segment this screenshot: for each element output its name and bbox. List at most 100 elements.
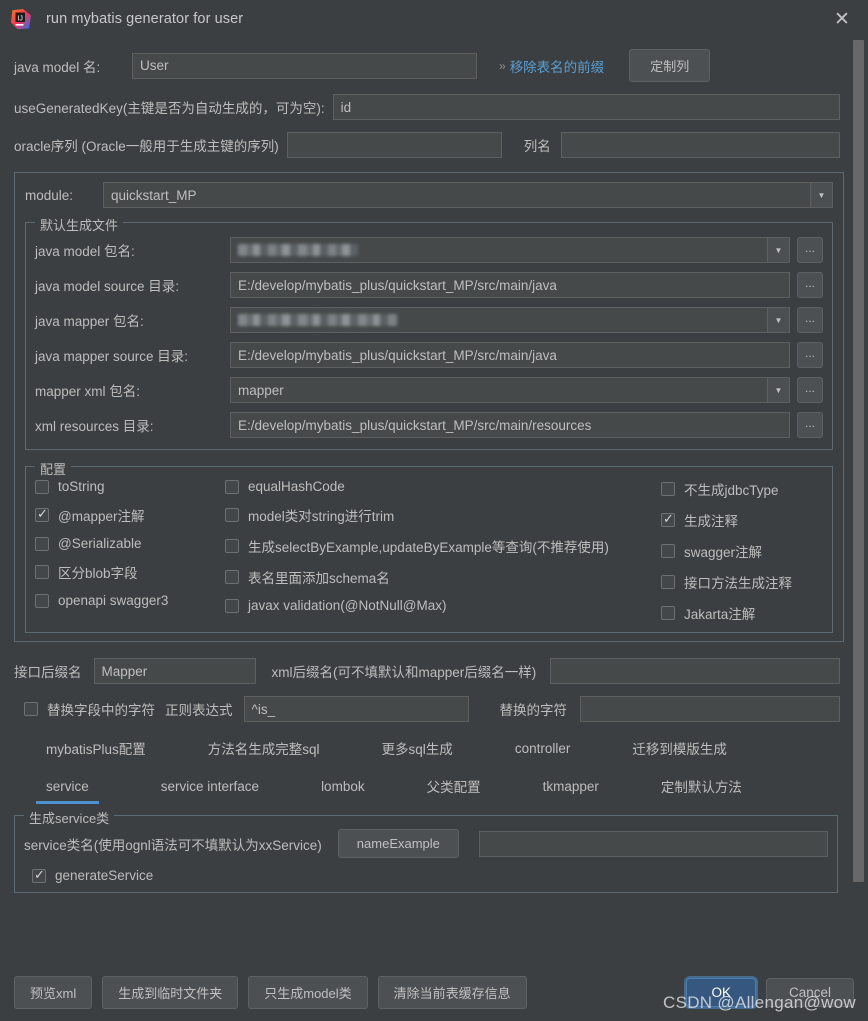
name-example-button[interactable]: nameExample (337, 829, 459, 858)
checkbox-box[interactable] (35, 506, 49, 522)
checkbox-distinguish-blob[interactable]: 区分blob字段 (35, 562, 225, 582)
checkbox-jakarta-annotation[interactable]: Jakarta注解 (661, 603, 823, 623)
checkbox-no-jdbctype[interactable]: 不生成jdbcType (661, 479, 823, 499)
cancel-button[interactable]: Cancel (765, 977, 854, 1007)
checkbox-box[interactable] (661, 575, 675, 589)
module-select[interactable]: quickstart_MP ▼ (103, 182, 833, 208)
java-model-package-select[interactable]: ▼ (230, 237, 790, 263)
checkbox-javax-validation[interactable]: javax validation(@NotNull@Max) (225, 598, 661, 613)
browse-button[interactable]: ... (797, 307, 823, 333)
checkbox-label: 替换字段中的字符 (47, 703, 155, 718)
checkbox-box[interactable] (35, 565, 49, 579)
checkbox-label: @Serializable (58, 536, 142, 551)
tab-row-2: service service interface lombok 父类配置 tk… (14, 769, 844, 804)
generate-to-temp-folder-button[interactable]: 生成到临时文件夹 (102, 975, 239, 1009)
vertical-scrollbar-track[interactable] (853, 38, 866, 963)
chevron-down-icon[interactable]: ▼ (767, 378, 789, 402)
chevron-down-icon[interactable]: ▼ (767, 308, 789, 332)
custom-column-button[interactable]: 定制列 (629, 49, 711, 82)
checkbox-label: 接口方法生成注释 (684, 576, 792, 591)
tab-mybatisplus-config[interactable]: mybatisPlus配置 (36, 731, 156, 765)
checkbox-replace-field-chars[interactable]: 替换字段中的字符 (24, 699, 155, 719)
column-name-input[interactable] (560, 132, 840, 158)
checkbox-equalhashcode[interactable]: equalHashCode (225, 479, 661, 494)
tab-method-full-sql[interactable]: 方法名生成完整sql (198, 731, 330, 765)
java-mapper-package-label: java mapper 包名: (35, 314, 144, 329)
checkbox-box[interactable] (661, 606, 675, 620)
checkbox-tostring[interactable]: toString (35, 479, 225, 494)
oracle-sequence-row: oracle序列 (Oracle一般用于生成主键的序列) 列名 (14, 132, 844, 158)
browse-button[interactable]: ... (797, 342, 823, 368)
checkbox-box[interactable] (225, 539, 239, 553)
checkbox-box[interactable] (35, 593, 49, 608)
tab-controller[interactable]: controller (505, 734, 581, 763)
checkbox-box[interactable] (35, 536, 49, 551)
remove-table-prefix-link[interactable]: 移除表名的前缀 (510, 56, 605, 76)
tab-lombok[interactable]: lombok (311, 772, 375, 801)
checkbox-add-schema[interactable]: 表名里面添加schema名 (225, 567, 661, 587)
ok-button[interactable]: OK (686, 977, 756, 1007)
intellij-idea-logo-icon: IJ (10, 8, 32, 30)
java-model-source-dir-input[interactable] (230, 272, 790, 298)
browse-button[interactable]: ... (797, 412, 823, 438)
browse-button[interactable]: ... (797, 237, 823, 263)
clear-table-cache-button[interactable]: 清除当前表缓存信息 (377, 975, 527, 1009)
tab-migrate-template[interactable]: 迁移到模版生成 (622, 731, 737, 765)
config-panel-title: 配置 (35, 459, 72, 478)
oracle-sequence-input[interactable] (286, 132, 502, 158)
checkbox-selectbyexample[interactable]: 生成selectByExample,updateByExample等查询(不推荐… (225, 536, 661, 556)
java-mapper-source-dir-input[interactable] (230, 342, 790, 368)
oracle-sequence-label: oracle序列 (Oracle一般用于生成主键的序列) (14, 139, 279, 154)
checkbox-openapi-swagger3[interactable]: openapi swagger3 (35, 593, 225, 608)
java-model-input[interactable] (132, 52, 477, 79)
checkbox-generate-comment[interactable]: 生成注释 (661, 510, 823, 530)
close-icon[interactable]: ✕ (830, 7, 854, 31)
module-row: module: quickstart_MP ▼ (25, 182, 833, 208)
checkbox-mapper-annotation[interactable]: @mapper注解 (35, 505, 225, 525)
tab-tkmapper[interactable]: tkmapper (533, 772, 609, 801)
service-class-name-input[interactable] (478, 830, 828, 857)
generate-model-only-button[interactable]: 只生成model类 (248, 975, 368, 1009)
chevron-down-icon[interactable]: ▼ (767, 238, 789, 262)
mapper-xml-package-select[interactable]: mapper ▼ (230, 377, 790, 403)
checkbox-interface-method-comment[interactable]: 接口方法生成注释 (661, 572, 823, 592)
tab-custom-default-methods[interactable]: 定制默认方法 (651, 769, 752, 803)
tab-service[interactable]: service (36, 772, 99, 804)
checkbox-box[interactable] (24, 702, 38, 716)
checkbox-box[interactable] (661, 511, 675, 527)
checkbox-generate-service[interactable]: generateService (32, 867, 828, 883)
checkbox-label: 表名里面添加schema名 (248, 571, 390, 586)
mapper-xml-package-value: mapper (238, 382, 284, 398)
browse-button[interactable]: ... (797, 377, 823, 403)
checkbox-box[interactable] (225, 508, 239, 522)
checkbox-serializable[interactable]: @Serializable (35, 536, 225, 551)
checkbox-model-trim[interactable]: model类对string进行trim (225, 505, 661, 525)
checkbox-box[interactable] (225, 598, 239, 613)
default-file-row: mapper xml 包名: mapper ▼ ... (35, 377, 823, 403)
checkbox-box[interactable] (32, 867, 46, 883)
preview-xml-button[interactable]: 预览xml (14, 975, 93, 1009)
regex-input[interactable] (243, 696, 469, 722)
vertical-scrollbar-thumb[interactable] (853, 40, 864, 882)
interface-suffix-input[interactable] (93, 658, 256, 684)
checkbox-label: equalHashCode (248, 479, 345, 494)
checkbox-box[interactable] (225, 479, 239, 494)
xml-suffix-input[interactable] (550, 658, 840, 684)
xml-resources-dir-input[interactable] (230, 412, 790, 438)
tab-more-sql[interactable]: 更多sql生成 (372, 731, 463, 765)
checkbox-box[interactable] (35, 479, 49, 494)
use-generated-key-input[interactable] (332, 94, 840, 120)
checkbox-box[interactable] (225, 570, 239, 584)
tab-parent-class-config[interactable]: 父类配置 (417, 769, 491, 803)
title-bar: IJ run mybatis generator for user ✕ (0, 0, 868, 38)
checkbox-box[interactable] (661, 482, 675, 496)
browse-button[interactable]: ... (797, 272, 823, 298)
checkbox-swagger-annotation[interactable]: swagger注解 (661, 541, 823, 561)
checkbox-label: Jakarta注解 (684, 607, 756, 622)
default-file-row: java mapper source 目录: ... (35, 342, 823, 368)
replacement-input[interactable] (580, 696, 840, 722)
chevron-down-icon[interactable]: ▼ (810, 183, 832, 207)
java-mapper-package-select[interactable]: ▼ (230, 307, 790, 333)
checkbox-box[interactable] (661, 544, 675, 558)
tab-service-interface[interactable]: service interface (151, 772, 269, 801)
